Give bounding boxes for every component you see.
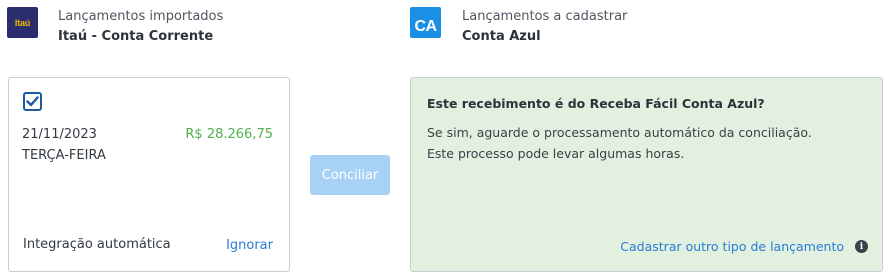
ignore-link[interactable]: Ignorar xyxy=(226,238,273,253)
conta-azul-logo: CA xyxy=(410,7,441,38)
bank-account-title: Itaú - Conta Corrente xyxy=(58,29,214,44)
conta-azul-logo-text: CA xyxy=(414,18,437,35)
transaction-weekday: TERÇA-FEIRA xyxy=(22,148,106,163)
info-panel-line-2: Este processo pode levar algumas horas. xyxy=(427,146,685,161)
transaction-amount: R$ 28.266,75 xyxy=(185,127,273,142)
transaction-date: 21/11/2023 xyxy=(22,127,97,142)
entries-to-register-subtitle: Lançamentos a cadastrar xyxy=(462,9,628,24)
checkmark-icon xyxy=(26,96,39,107)
conta-azul-title: Conta Azul xyxy=(462,29,541,44)
info-panel-title: Este recebimento é do Receba Fácil Conta… xyxy=(427,96,765,111)
info-icon[interactable]: i xyxy=(855,240,868,253)
register-other-entry-link[interactable]: Cadastrar outro tipo de lançamento xyxy=(620,239,844,254)
transaction-checkbox[interactable] xyxy=(23,92,42,111)
receba-facil-info-panel: Este recebimento é do Receba Fácil Conta… xyxy=(410,77,883,272)
imported-transaction-card: 21/11/2023 TERÇA-FEIRA R$ 28.266,75 Inte… xyxy=(8,77,290,272)
conciliar-button[interactable]: Conciliar xyxy=(310,155,390,195)
imported-entries-subtitle: Lançamentos importados xyxy=(58,9,224,24)
integration-label: Integração automática xyxy=(23,237,171,252)
itau-logo: Itaú xyxy=(7,7,38,38)
info-panel-line-1: Se sim, aguarde o processamento automáti… xyxy=(427,125,812,140)
itau-logo-text: Itaú xyxy=(14,17,31,28)
